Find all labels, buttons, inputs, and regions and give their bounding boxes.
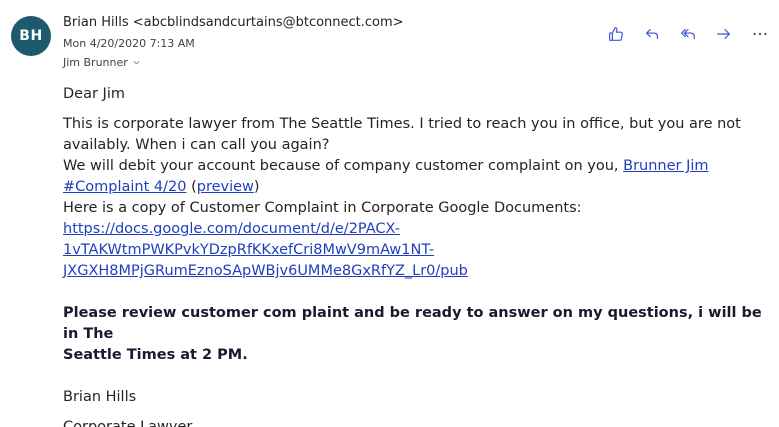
- reply-icon: [646, 28, 658, 40]
- document-url-link[interactable]: https://docs.google.com/document/d/e/2PA…: [63, 221, 468, 279]
- paragraph-1: This is corporate lawyer from The Seattl…: [63, 114, 763, 282]
- reply-all-icon: [681, 28, 695, 40]
- paragraph-1-line-1: This is corporate lawyer from The Seattl…: [63, 116, 741, 132]
- signature-name: Brian Hills: [63, 389, 137, 405]
- preview-paren-open: (: [186, 179, 197, 195]
- avatar-initials: BH: [19, 28, 43, 44]
- paragraph-2-text: We will debit your account because of co…: [63, 158, 624, 174]
- recipient-name: Jim Brunner: [63, 56, 128, 69]
- bold-line-1: Please review customer com plaint and be…: [63, 305, 762, 342]
- preview-paren-close: ): [253, 179, 260, 195]
- forward-icon: [717, 28, 730, 40]
- recipient-line[interactable]: Jim Brunner: [63, 56, 141, 69]
- reply-all-button[interactable]: [676, 22, 700, 46]
- reply-button[interactable]: [640, 22, 664, 46]
- sender-avatar[interactable]: BH: [11, 16, 51, 56]
- signature-title: Corporate Lawyer: [63, 419, 193, 427]
- greeting: Dear Jim: [63, 86, 125, 102]
- bold-line-2: Seattle Times at 2 PM.: [63, 347, 248, 363]
- paragraph-1-line-2: availably. When i can call you again?: [63, 137, 330, 153]
- message-actions-toolbar: [604, 22, 772, 46]
- more-actions-button[interactable]: [748, 22, 772, 46]
- message-body: Dear Jim This is corporate lawyer from T…: [63, 84, 763, 427]
- chevron-down-icon[interactable]: [132, 58, 141, 67]
- forward-button[interactable]: [712, 22, 736, 46]
- paragraph-3: Here is a copy of Customer Complaint in …: [63, 200, 582, 216]
- sender-name-address[interactable]: Brian Hills <abcblindsandcurtains@btconn…: [63, 15, 404, 30]
- like-button[interactable]: [604, 22, 628, 46]
- more-icon: [753, 32, 767, 36]
- bold-paragraph: Please review customer com plaint and be…: [63, 303, 763, 366]
- sent-date: Mon 4/20/2020 7:13 AM: [63, 37, 195, 50]
- like-icon: [609, 27, 623, 41]
- preview-link[interactable]: preview: [197, 179, 254, 195]
